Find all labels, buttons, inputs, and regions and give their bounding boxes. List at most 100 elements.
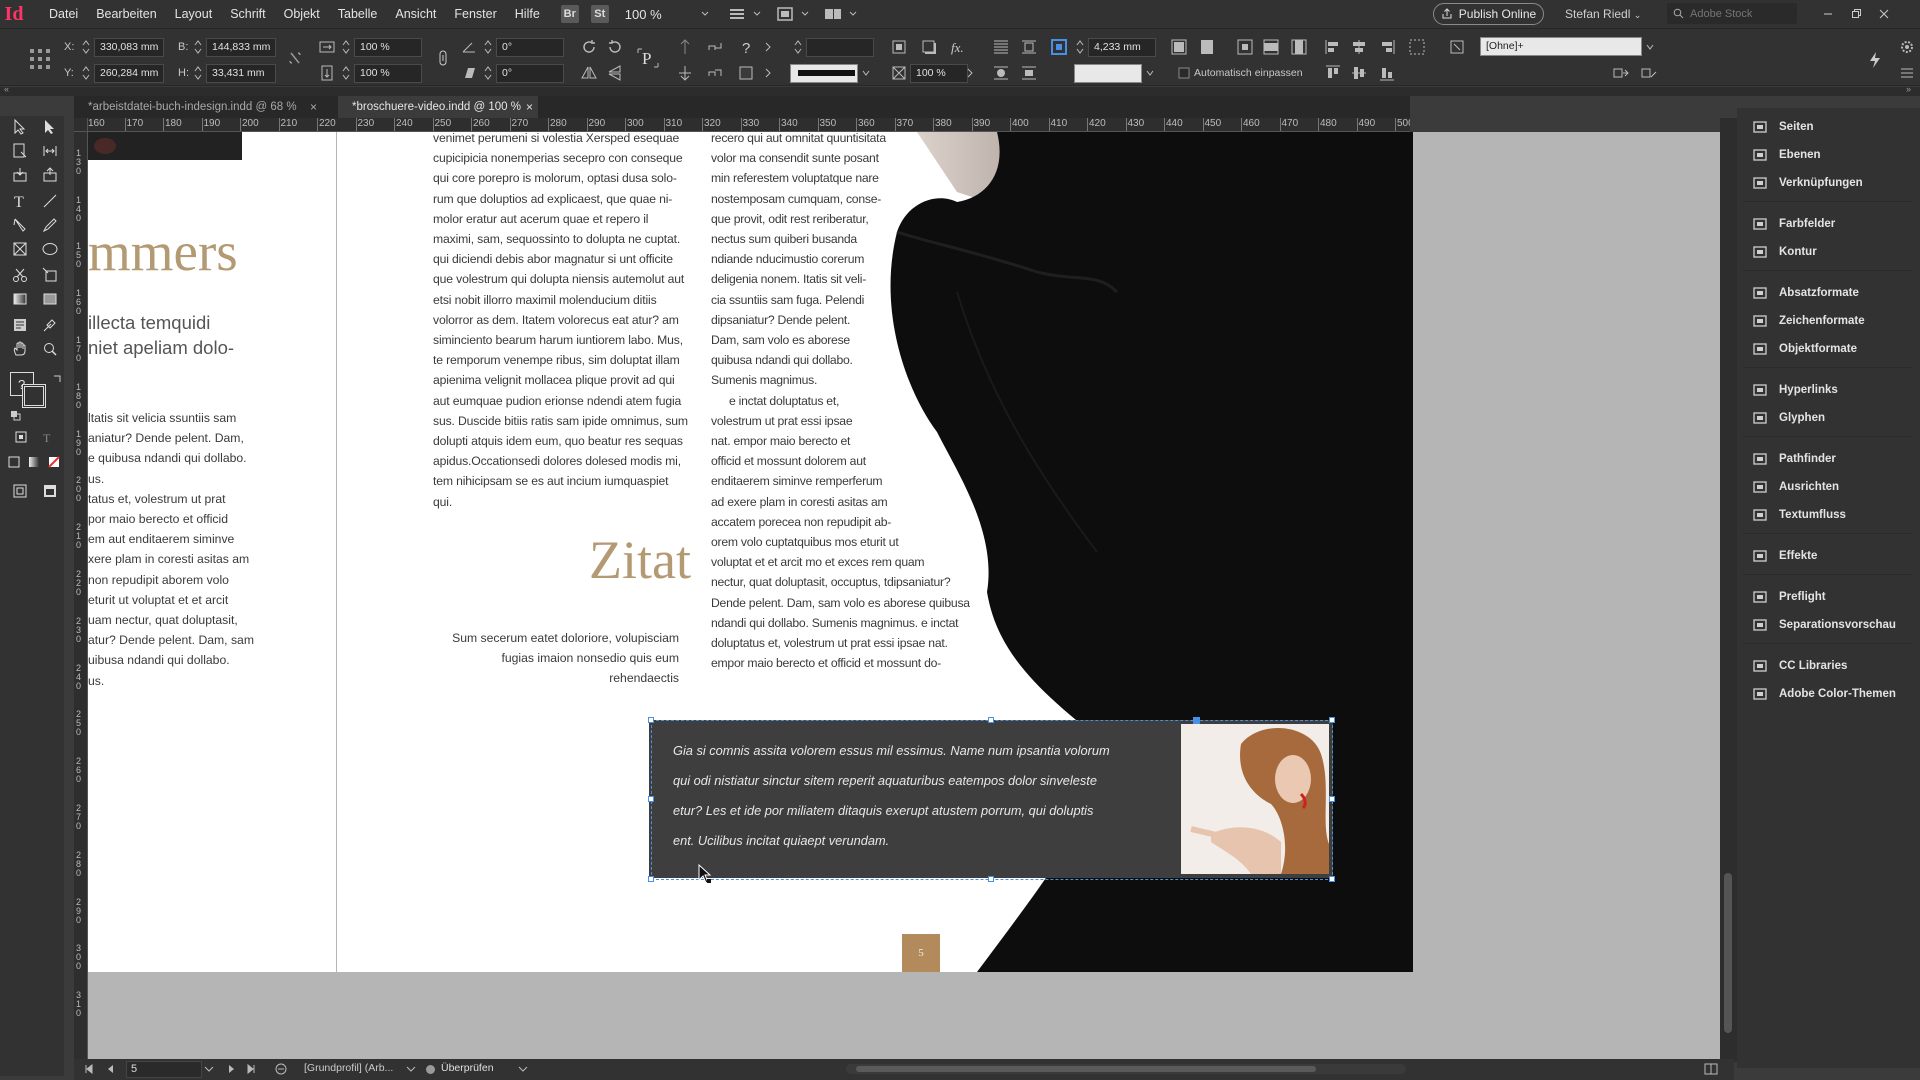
center-content-icon[interactable] — [1236, 38, 1254, 56]
stroke-align-icon[interactable] — [1050, 38, 1068, 56]
pen-tool[interactable] — [9, 214, 31, 236]
select-previous-icon[interactable] — [706, 38, 724, 56]
panel-glyphs[interactable]: Glyphen — [1737, 405, 1917, 431]
stepper-icon[interactable] — [484, 38, 492, 56]
content-grabber[interactable] — [1193, 717, 1200, 724]
edit-frame-icon[interactable] — [1640, 64, 1658, 82]
chevron-down-icon[interactable] — [752, 9, 762, 19]
chevron-down-icon[interactable] — [518, 1064, 528, 1074]
scale-x-field[interactable]: 100 % — [354, 38, 422, 57]
content-placer-tool[interactable] — [39, 164, 61, 186]
vertical-scrollbar[interactable] — [1720, 118, 1737, 1062]
rotate-counterclockwise-icon[interactable] — [606, 38, 624, 56]
formatting-text-button[interactable]: T — [38, 428, 56, 446]
default-fill-stroke-icon[interactable] — [10, 410, 22, 422]
formatting-container-button[interactable] — [12, 428, 30, 446]
normal-mode-button[interactable] — [9, 480, 31, 502]
width-field[interactable]: 144,833 mm — [206, 38, 276, 57]
pencil-tool[interactable] — [39, 214, 61, 236]
menu-fenster[interactable]: Fenster — [445, 0, 505, 28]
view-options-icon[interactable] — [728, 6, 746, 22]
chevron-down-icon[interactable] — [700, 9, 710, 19]
fitting-icon[interactable] — [890, 38, 908, 56]
content-collector-tool[interactable] — [9, 164, 31, 186]
close-window-button[interactable] — [1872, 0, 1896, 28]
panel-links[interactable]: Verknüpfungen — [1737, 170, 1917, 196]
zoom-tool[interactable] — [39, 338, 61, 360]
stock-search-input[interactable] — [1690, 7, 1790, 20]
stroke-swatch[interactable] — [22, 384, 46, 408]
resize-handle[interactable] — [988, 717, 994, 723]
chevron-down-icon[interactable] — [204, 1064, 214, 1074]
select-next-icon[interactable] — [706, 64, 724, 82]
resize-handle[interactable] — [648, 876, 654, 882]
menu-datei[interactable]: Datei — [40, 0, 87, 28]
gap-tool[interactable] — [39, 140, 61, 162]
bridge-button[interactable]: Br — [560, 5, 579, 23]
eyedropper-tool[interactable] — [39, 314, 61, 336]
line-tool[interactable] — [39, 190, 61, 212]
fill-swatch-icon[interactable] — [738, 64, 754, 82]
free-transform-tool[interactable] — [39, 264, 61, 286]
select-content-icon[interactable] — [676, 64, 694, 82]
zoom-level[interactable]: 100 % — [625, 7, 662, 22]
panel-color-themes[interactable]: Adobe Color-Themen — [1737, 681, 1917, 707]
scroll-thumb[interactable] — [856, 1066, 1316, 1072]
close-tab-button[interactable]: × — [526, 96, 533, 118]
resize-handle[interactable] — [1329, 796, 1335, 802]
swap-fill-stroke-icon[interactable] — [52, 372, 64, 384]
apply-gradient-button[interactable] — [26, 454, 42, 470]
maximize-button[interactable] — [1844, 0, 1868, 28]
last-page-icon[interactable] — [246, 1064, 256, 1074]
note-tool[interactable] — [9, 314, 31, 336]
arrange-documents-icon[interactable] — [824, 6, 842, 22]
panel-separations[interactable]: Separationsvorschau — [1737, 612, 1917, 638]
text-wrap-box-icon[interactable] — [1020, 38, 1038, 56]
auto-fit-checkbox[interactable] — [1178, 64, 1190, 82]
flip-horizontal-icon[interactable] — [580, 64, 598, 82]
gradient-feather-tool[interactable] — [39, 288, 61, 310]
close-tab-button[interactable]: × — [310, 96, 317, 118]
chain-link-icon[interactable] — [434, 49, 452, 67]
stepper-icon[interactable] — [194, 38, 202, 56]
rotate-clockwise-icon[interactable] — [580, 38, 598, 56]
direct-selection-tool[interactable] — [39, 116, 61, 138]
chevron-down-icon[interactable] — [862, 64, 870, 82]
chevron-down-icon[interactable] — [1146, 64, 1154, 82]
hand-tool[interactable] — [9, 338, 31, 360]
scale-y-field[interactable]: 100 % — [354, 64, 422, 83]
previous-page-icon[interactable] — [106, 1064, 116, 1074]
select-container-icon[interactable] — [676, 38, 694, 56]
stepper-icon[interactable] — [194, 64, 202, 82]
align-center-icon[interactable] — [1350, 38, 1368, 56]
tab-broschuere[interactable]: *broschuere-video.indd @ 100 % — [338, 96, 538, 118]
align-left-icon[interactable] — [1324, 38, 1342, 56]
horizontal-ruler[interactable]: 160 170 180 190 200 210 220 230 240 250 260 270 280 2… — [74, 118, 1410, 132]
screen-mode-icon[interactable] — [776, 6, 794, 22]
fill-frame-proportionally-icon[interactable] — [1262, 38, 1280, 56]
fit-frame-to-content-icon[interactable] — [1198, 38, 1216, 56]
drop-shadow-icon[interactable] — [920, 38, 938, 56]
panel-paragraph-styles[interactable]: Absatzformate — [1737, 280, 1917, 306]
rotation-angle-field[interactable]: 0° — [496, 38, 564, 57]
stepper-icon[interactable] — [82, 64, 90, 82]
panel-stroke[interactable]: Kontur — [1737, 239, 1917, 265]
menu-hilfe[interactable]: Hilfe — [506, 0, 549, 28]
apply-none-button[interactable] — [46, 454, 62, 470]
text-wrap-none-icon[interactable] — [992, 38, 1010, 56]
apply-color-button[interactable] — [6, 454, 22, 470]
scissors-tool[interactable] — [9, 264, 31, 286]
distribute-icon[interactable] — [1408, 38, 1426, 56]
page-number-field[interactable]: 5 — [126, 1061, 202, 1078]
paragraph-p-icon[interactable]: P — [636, 47, 660, 69]
help-icon[interactable]: ? — [738, 38, 756, 56]
text-wrap-shape-icon[interactable] — [992, 64, 1010, 82]
preflight-profile[interactable]: [Grundprofil] (Arb... — [304, 1062, 393, 1074]
gradient-tool[interactable] — [9, 288, 31, 310]
ruler-origin[interactable] — [74, 118, 88, 132]
stock-search[interactable] — [1667, 3, 1797, 24]
align-middle-icon[interactable] — [1350, 64, 1368, 82]
stepper-icon[interactable] — [82, 38, 90, 56]
stepper-icon[interactable] — [484, 64, 492, 82]
panel-layers[interactable]: Ebenen — [1737, 142, 1917, 168]
